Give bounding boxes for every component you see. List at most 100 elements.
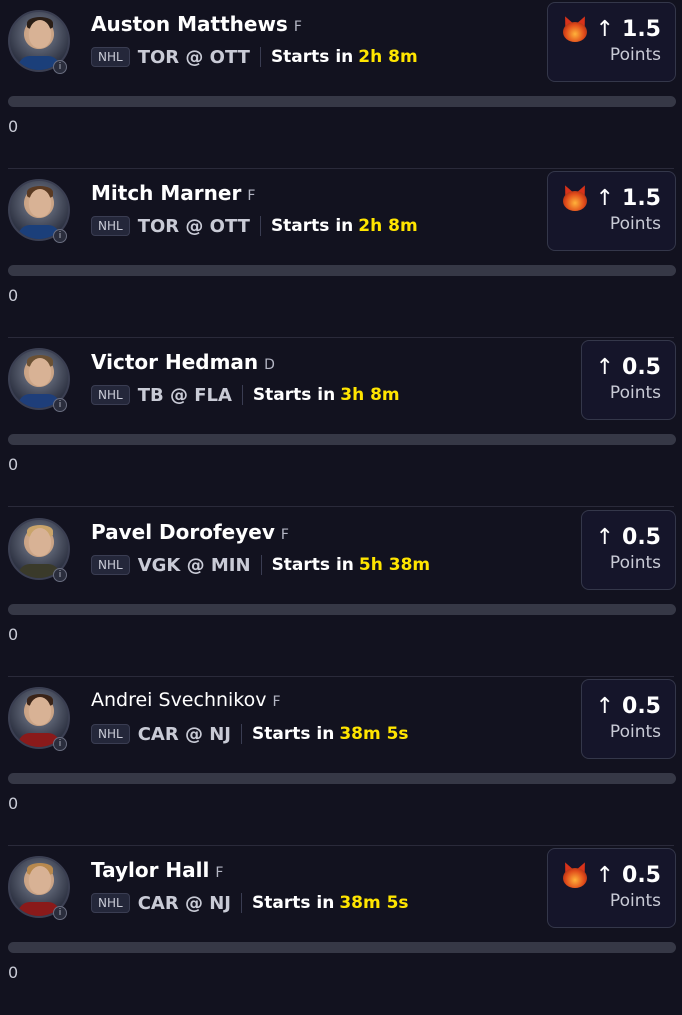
avatar-head: [29, 189, 51, 217]
projection-card[interactable]: ↑ 1.5 Points: [546, 2, 676, 82]
projection-card[interactable]: ↑ 0.5 Points: [546, 848, 676, 928]
player-name[interactable]: Andrei Svechnikov: [91, 689, 267, 711]
demon-icon: [561, 860, 589, 888]
matchup: TB @ FLA: [137, 384, 232, 406]
arrow-up-icon: ↑: [595, 354, 615, 380]
game-info: NHL TOR @ OTT Starts in 2h 8m: [91, 214, 418, 238]
starts-label: Starts in: [271, 555, 354, 575]
arrow-up-icon: ↑: [595, 16, 615, 42]
projection-card[interactable]: ↑ 0.5 Points: [580, 679, 676, 759]
progress-bar: [8, 773, 676, 784]
player-row[interactable]: i Pavel Dorofeyev F NHL VGK @ MIN Starts…: [0, 508, 682, 677]
projection-card[interactable]: ↑ 1.5 Points: [546, 171, 676, 251]
projection-unit: Points: [609, 722, 661, 742]
matchup: CAR @ NJ: [137, 892, 231, 914]
avatar-head: [29, 866, 51, 894]
progress-count: 0: [8, 286, 19, 305]
arrow-up-icon: ↑: [595, 524, 615, 550]
projection-unit: Points: [609, 891, 661, 911]
stat-info-icon[interactable]: i: [53, 737, 67, 751]
stat-info-icon[interactable]: i: [53, 229, 67, 243]
player-row[interactable]: i Taylor Hall F NHL CAR @ NJ Starts in 3…: [0, 846, 682, 1015]
progress-bar: [8, 942, 676, 953]
start-countdown: 38m 5s: [339, 724, 409, 744]
player-position: F: [293, 19, 302, 35]
projection-unit: Points: [609, 214, 661, 234]
player-name-line: Pavel Dorofeyev F: [91, 520, 289, 548]
player-projection-list: i Auston Matthews F NHL TOR @ OTT Starts…: [0, 0, 682, 986]
progress-count: 0: [8, 963, 19, 982]
matchup: VGK @ MIN: [137, 554, 251, 576]
player-name-line: Mitch Marner F: [91, 181, 255, 209]
progress-bar: [8, 96, 676, 107]
demon-icon: [561, 14, 589, 42]
player-name[interactable]: Pavel Dorofeyev: [91, 520, 275, 544]
arrow-up-icon: ↑: [595, 693, 615, 719]
league-badge: NHL: [91, 555, 130, 575]
projection-card[interactable]: ↑ 0.5 Points: [580, 510, 676, 590]
player-name-line: Taylor Hall F: [91, 858, 223, 886]
player-row[interactable]: i Mitch Marner F NHL TOR @ OTT Starts in…: [0, 169, 682, 338]
player-row[interactable]: i Auston Matthews F NHL TOR @ OTT Starts…: [0, 0, 682, 169]
projection-line: ↑ 0.5: [596, 686, 661, 726]
player-position: F: [280, 527, 289, 543]
projection-value: 0.5: [622, 862, 661, 888]
avatar-head: [29, 20, 51, 48]
player-name-line: Andrei Svechnikov F: [91, 689, 281, 717]
player-position: D: [264, 357, 275, 373]
projection-value: 0.5: [622, 354, 661, 380]
avatar-head: [29, 697, 51, 725]
starts-label: Starts in: [252, 385, 336, 405]
matchup: TOR @ OTT: [137, 215, 250, 237]
avatar-head: [29, 528, 51, 556]
meta-divider: [260, 555, 262, 575]
stat-info-icon[interactable]: i: [53, 60, 67, 74]
projection-card[interactable]: ↑ 0.5 Points: [580, 340, 676, 420]
player-name-line: Victor Hedman D: [91, 350, 275, 378]
player-row[interactable]: i Victor Hedman D NHL TB @ FLA Starts in…: [0, 338, 682, 507]
league-badge: NHL: [91, 216, 130, 236]
player-position: F: [247, 188, 256, 204]
player-name[interactable]: Auston Matthews: [91, 12, 288, 36]
demon-icon: [561, 183, 589, 211]
player-row[interactable]: i Andrei Svechnikov F NHL CAR @ NJ Start…: [0, 677, 682, 846]
start-countdown: 2h 8m: [358, 47, 418, 67]
start-countdown: 38m 5s: [339, 893, 409, 913]
arrow-up-icon: ↑: [595, 862, 615, 888]
projection-line: ↑ 0.5: [561, 855, 661, 895]
progress-count: 0: [8, 625, 19, 644]
avatar-head: [29, 358, 51, 386]
player-name[interactable]: Taylor Hall: [91, 858, 209, 882]
game-info: NHL VGK @ MIN Starts in 5h 38m: [91, 553, 430, 577]
progress-bar: [8, 604, 676, 615]
progress-count: 0: [8, 117, 19, 136]
game-info: NHL CAR @ NJ Starts in 38m 5s: [91, 722, 409, 746]
stat-info-icon[interactable]: i: [53, 398, 67, 412]
meta-divider: [240, 893, 242, 913]
stat-info-icon[interactable]: i: [53, 906, 67, 920]
game-info: NHL CAR @ NJ Starts in 38m 5s: [91, 891, 409, 915]
progress-bar: [8, 265, 676, 276]
arrow-up-icon: ↑: [595, 185, 615, 211]
player-position: F: [272, 694, 281, 710]
projection-line: ↑ 0.5: [596, 517, 661, 557]
game-info: NHL TB @ FLA Starts in 3h 8m: [91, 383, 400, 407]
meta-divider: [241, 385, 243, 405]
league-badge: NHL: [91, 47, 130, 67]
starts-label: Starts in: [270, 216, 354, 236]
matchup: CAR @ NJ: [137, 723, 231, 745]
progress-count: 0: [8, 794, 19, 813]
matchup: TOR @ OTT: [137, 46, 250, 68]
starts-label: Starts in: [251, 724, 335, 744]
progress-count: 0: [8, 455, 19, 474]
player-name[interactable]: Mitch Marner: [91, 181, 241, 205]
projection-line: ↑ 1.5: [561, 178, 661, 218]
league-badge: NHL: [91, 893, 130, 913]
projection-line: ↑ 0.5: [596, 347, 661, 387]
player-name[interactable]: Victor Hedman: [91, 350, 258, 374]
start-countdown: 3h 8m: [340, 385, 400, 405]
meta-divider: [259, 216, 261, 236]
start-countdown: 2h 8m: [358, 216, 418, 236]
league-badge: NHL: [91, 385, 130, 405]
stat-info-icon[interactable]: i: [53, 568, 67, 582]
